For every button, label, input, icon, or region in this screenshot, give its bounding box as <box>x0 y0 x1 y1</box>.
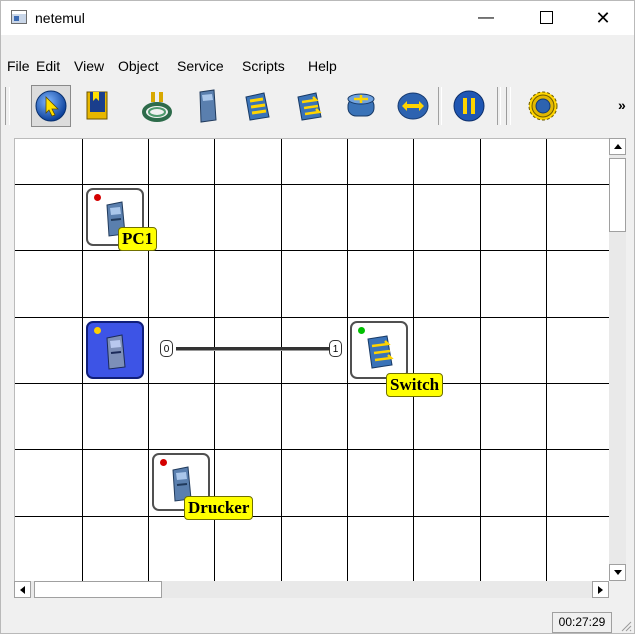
scroll-up-button[interactable] <box>609 138 626 155</box>
arrow-left-icon <box>20 585 25 594</box>
pause-icon <box>453 90 485 122</box>
network-cable[interactable] <box>176 347 337 351</box>
toolbar-overflow-chevron-icon[interactable]: » <box>618 97 626 113</box>
status-led <box>160 459 167 466</box>
vertical-scrollbar[interactable] <box>609 138 626 581</box>
resize-grip-icon[interactable] <box>618 618 632 632</box>
status-bar: 00:27:29 <box>1 608 634 633</box>
menu-file[interactable]: File <box>5 58 32 74</box>
grid-line <box>15 516 610 517</box>
toolbar-grip[interactable] <box>506 87 511 125</box>
maximize-icon <box>539 11 553 25</box>
title-bar[interactable]: netemul — ✕ <box>1 1 634 35</box>
arrow-down-icon <box>613 570 622 575</box>
menu-edit[interactable]: Edit <box>34 58 62 74</box>
cable-tool-button[interactable] <box>137 85 177 127</box>
computer-icon <box>106 334 126 370</box>
send-tool-icon <box>397 92 429 120</box>
cable-tool-icon <box>142 92 172 122</box>
settings-gear-icon <box>528 91 558 121</box>
grid-line <box>15 449 610 450</box>
switch-tool-icon <box>297 92 322 121</box>
status-led <box>94 327 101 334</box>
status-led <box>94 194 101 201</box>
router-tool-button[interactable] <box>341 85 381 127</box>
toolbar-separator <box>438 87 442 125</box>
device-label-switch: Switch <box>386 373 444 397</box>
app-icon <box>11 10 27 24</box>
maximize-button[interactable] <box>523 1 569 35</box>
device-switch[interactable] <box>350 321 408 379</box>
menu-object[interactable]: Object <box>116 58 160 74</box>
router-tool-icon <box>347 93 375 117</box>
send-tool-button[interactable] <box>393 85 433 127</box>
switch-tool-button[interactable] <box>289 85 329 127</box>
arrow-right-icon <box>598 585 603 594</box>
toolbar: » <box>1 81 634 131</box>
vertical-scroll-thumb[interactable] <box>609 158 626 232</box>
device-label-drucker: Drucker <box>184 496 254 520</box>
device-computer-selected[interactable] <box>86 321 144 379</box>
status-led <box>358 327 365 334</box>
port-label-computer[interactable]: 0 <box>160 340 173 357</box>
notepad-tool-button[interactable] <box>77 85 117 127</box>
hub-tool-button[interactable] <box>237 85 277 127</box>
network-canvas[interactable]: 0 1 PC1 Switch Drucker <box>14 138 610 582</box>
computer-tool-icon <box>199 89 217 123</box>
application-window: netemul — ✕ File Edit View Object Servic… <box>0 0 635 634</box>
simulation-clock: 00:27:29 <box>552 612 612 633</box>
menu-scripts[interactable]: Scripts <box>240 58 287 74</box>
minimize-button[interactable]: — <box>463 1 509 35</box>
grid-line <box>15 250 610 251</box>
window-title: netemul <box>35 10 85 26</box>
hub-tool-icon <box>245 92 270 121</box>
horizontal-scrollbar[interactable] <box>14 581 609 598</box>
device-label-pc1: PC1 <box>118 227 158 251</box>
grid-line <box>15 184 610 185</box>
scroll-right-button[interactable] <box>592 581 609 598</box>
pause-button[interactable] <box>449 85 489 127</box>
menu-view[interactable]: View <box>72 58 106 74</box>
switch-icon <box>367 335 394 369</box>
minimize-icon: — <box>478 9 494 26</box>
close-icon: ✕ <box>595 8 611 28</box>
close-button[interactable]: ✕ <box>580 1 626 35</box>
port-label-switch[interactable]: 1 <box>329 340 342 357</box>
scroll-left-button[interactable] <box>14 581 31 598</box>
grid-line <box>15 383 610 384</box>
grid-line <box>15 317 610 318</box>
menu-service[interactable]: Service <box>175 58 226 74</box>
menu-help[interactable]: Help <box>306 58 339 74</box>
toolbar-separator <box>497 87 501 125</box>
select-tool-button[interactable] <box>31 85 71 127</box>
select-tool-icon <box>35 90 67 122</box>
toolbar-grip[interactable] <box>5 87 10 125</box>
settings-button[interactable] <box>523 85 563 127</box>
menu-bar: File Edit View Object Service Scripts He… <box>1 56 634 78</box>
computer-tool-button[interactable] <box>187 85 227 127</box>
arrow-up-icon <box>613 144 622 149</box>
scroll-down-button[interactable] <box>609 564 626 581</box>
horizontal-scroll-thumb[interactable] <box>34 581 162 598</box>
notepad-tool-icon <box>86 91 108 120</box>
